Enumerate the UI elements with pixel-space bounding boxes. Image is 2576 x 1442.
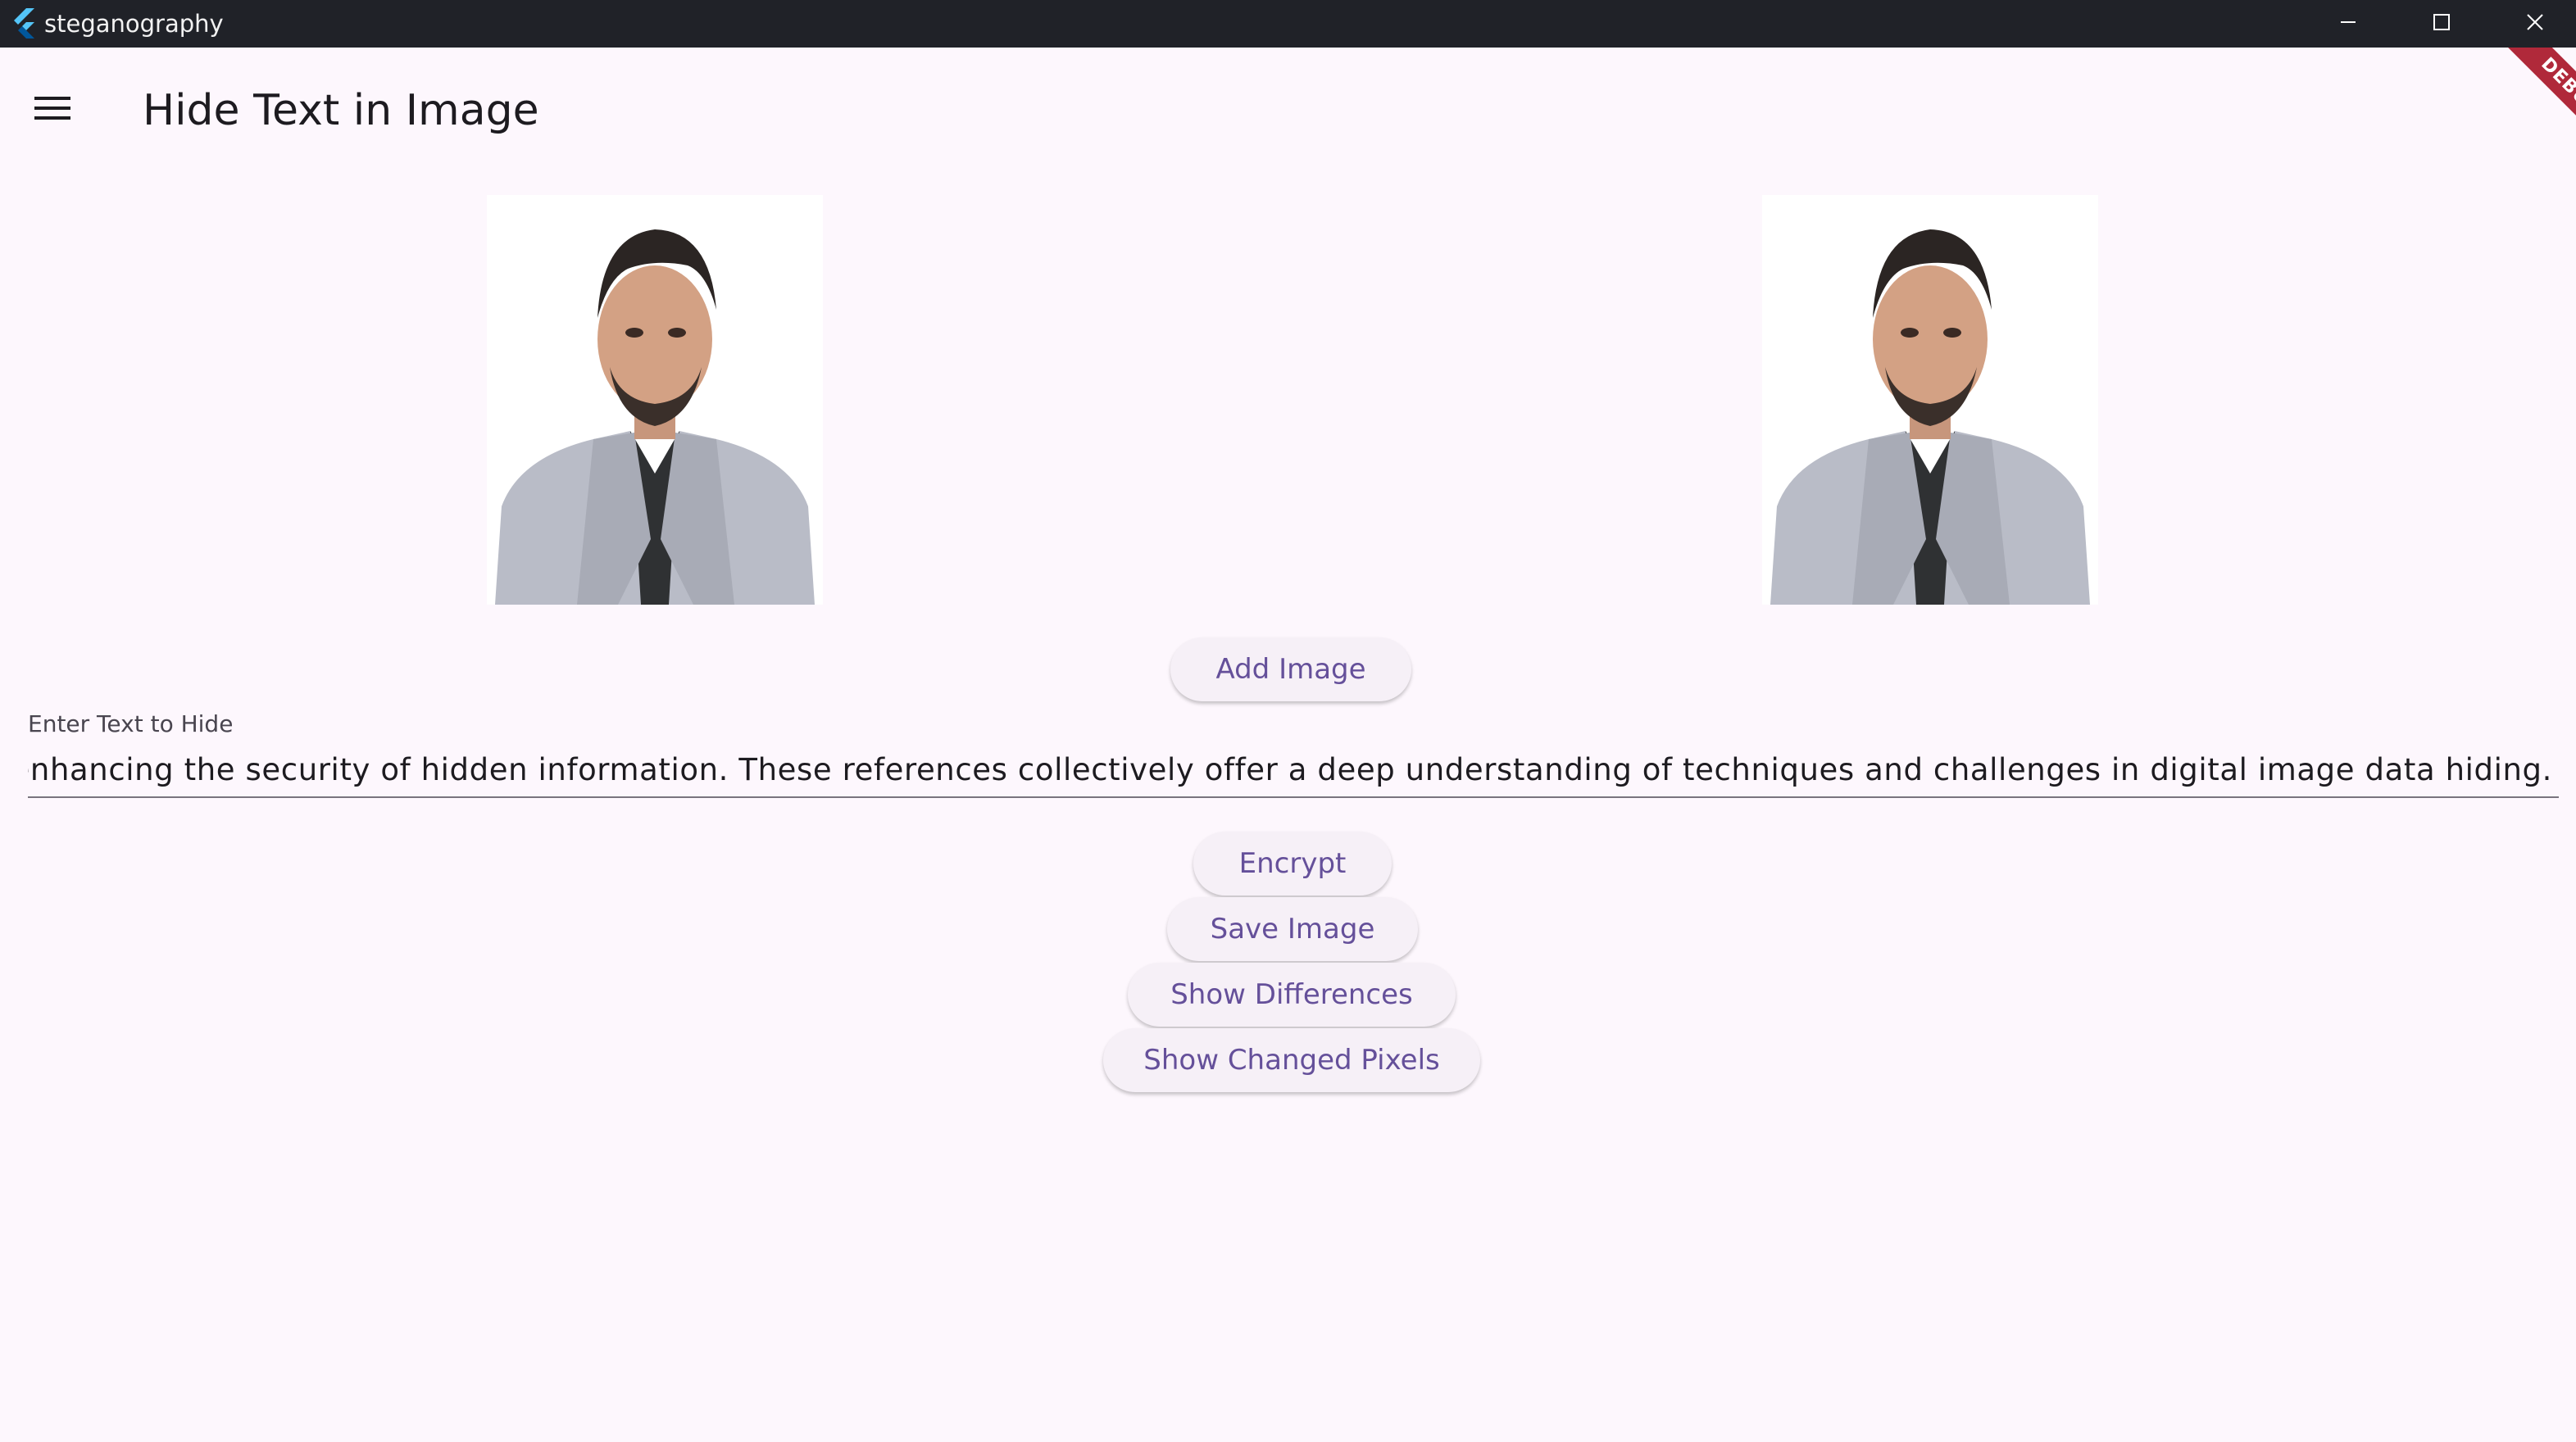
window-title: steganography bbox=[44, 10, 224, 38]
page-title: Hide Text in Image bbox=[143, 86, 539, 135]
close-icon bbox=[2526, 13, 2544, 34]
menu-button[interactable] bbox=[23, 80, 82, 139]
flutter-logo-icon bbox=[8, 7, 41, 39]
save-image-button[interactable]: Save Image bbox=[1167, 897, 1418, 961]
text-field-label: Enter Text to Hide bbox=[28, 710, 234, 737]
maximize-button[interactable] bbox=[2395, 0, 2488, 48]
encrypt-button[interactable]: Encrypt bbox=[1193, 832, 1392, 896]
window-titlebar: steganography bbox=[0, 0, 2576, 48]
show-changed-pixels-button[interactable]: Show Changed Pixels bbox=[1103, 1028, 1480, 1092]
add-image-button[interactable]: Add Image bbox=[1170, 637, 1411, 701]
show-differences-button[interactable]: Show Differences bbox=[1128, 963, 1456, 1027]
hamburger-menu-icon bbox=[33, 93, 72, 126]
debug-banner-label: DEBUG bbox=[2483, 48, 2576, 175]
app-body: Hide Text in Image DEBUG Add Image Enter… bbox=[0, 48, 2576, 1442]
portrait-photo bbox=[1762, 195, 2098, 605]
original-image bbox=[487, 195, 823, 605]
maximize-icon bbox=[2433, 13, 2451, 34]
close-button[interactable] bbox=[2488, 0, 2576, 48]
debug-banner: DEBUG bbox=[2447, 48, 2576, 176]
hidden-text-value: es, enhancing the security of hidden inf… bbox=[28, 752, 2552, 787]
hidden-text-input[interactable]: es, enhancing the security of hidden inf… bbox=[28, 744, 2559, 798]
portrait-photo bbox=[487, 195, 823, 605]
encoded-image bbox=[1762, 195, 2098, 605]
minimize-button[interactable] bbox=[2301, 0, 2395, 48]
minimize-icon bbox=[2339, 13, 2357, 34]
